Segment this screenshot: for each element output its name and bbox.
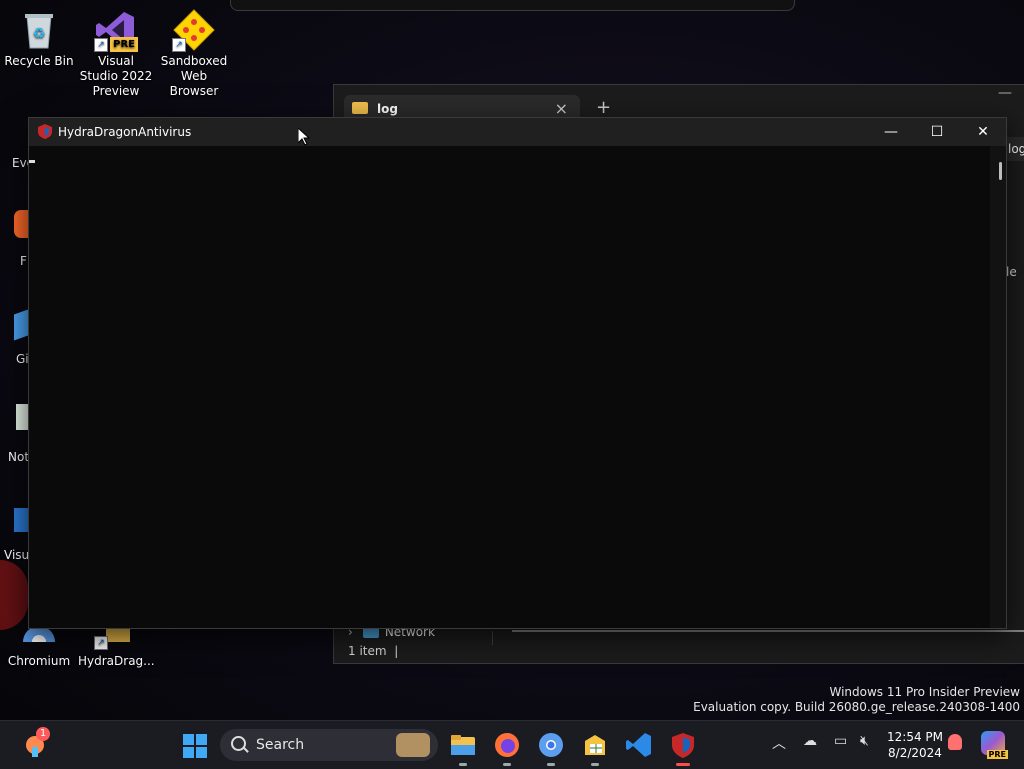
maximize-button[interactable]: ☐ [914,118,960,146]
taskbar-search-box[interactable]: Search [220,729,438,761]
explorer-tab-label: log [377,102,398,116]
shortcut-arrow-icon: ↗ [94,38,108,52]
notification-bell-icon[interactable] [948,734,962,750]
shield-icon [38,124,52,139]
taskbar-file-explorer[interactable] [449,731,477,766]
hydradragon-app-window[interactable]: HydraDragonAntivirus — ☐ ✕ [28,117,1007,629]
chromium-icon [539,733,563,757]
partial-icon-label: Not [8,450,30,464]
desktop-icon-label: Sandboxed Web Browser [160,54,228,98]
taskbar-hydradragon[interactable] [669,731,697,766]
desktop-icon-label: Visual Studio 2022 Preview [79,54,153,98]
recycle-bin-icon: ♻ [17,8,61,52]
clock-time: 12:54 PM [887,730,943,744]
shortcut-arrow-icon: ↗ [172,38,186,52]
vertical-scrollbar-thumb[interactable] [999,162,1002,180]
svg-text:♻: ♻ [33,26,46,42]
running-indicator [676,763,690,766]
pre-badge: PRE [110,37,138,52]
taskbar-vscode[interactable] [625,731,653,759]
shield-icon [672,733,694,758]
vscode-partial-icon [14,508,28,532]
running-indicator [459,763,467,766]
vertical-scrollbar-track[interactable] [990,146,1006,628]
explorer-column-fragment: le [1006,265,1017,279]
visual-studio-icon: PRE ↗ [94,8,138,52]
status-text: 1 item [348,644,387,658]
volume-muted-icon[interactable]: 🔇︎ [860,733,869,749]
firefox-icon [495,733,519,757]
desktop-icon-recycle-bin[interactable]: ♻ Recycle Bin [1,2,77,69]
desktop-icon-label: Recycle Bin [4,54,74,68]
widget-badge: 1 [36,727,50,741]
running-indicator [547,763,555,766]
copilot-pre-badge: PRE [986,750,1008,759]
taskbar-spreadsheet-app[interactable] [581,731,609,766]
partial-icon-label: Visu [4,548,30,562]
running-indicator [503,763,511,766]
clock-date: 8/2/2024 [888,746,942,760]
close-button[interactable]: ✕ [960,118,1006,146]
sandbox-browser-icon: ↗ [172,8,216,52]
notepad-partial-icon [16,404,28,430]
minimize-button[interactable]: — [868,118,914,146]
spreadsheet-icon [585,735,605,755]
horizontal-scrollbar[interactable] [512,630,1024,632]
desktop-icon-label: Chromium [7,654,71,668]
firefox-partial-icon [14,210,28,238]
git-partial-icon [14,309,28,341]
start-button[interactable] [183,734,207,758]
show-hidden-icons-chevron-up-icon[interactable]: ︿ [772,733,786,753]
desktop-icon-label: HydraDrag... [78,654,155,668]
search-label: Search [256,737,305,753]
taskbar-firefox[interactable] [493,731,521,766]
search-icon [231,736,246,751]
desktop-icon-sandboxed-browser[interactable]: ↗ Sandboxed Web Browser [156,2,232,99]
close-tab-icon[interactable]: × [555,99,568,118]
watermark: Windows 11 Pro Insider Preview Evaluatio… [693,685,1020,715]
explorer-minimize-button[interactable]: — [998,85,1012,101]
taskbar: 1 Search ︿ ☁ ▭ 🔇︎ 12:54 PM 8/2/2024 PRE [0,720,1024,769]
folder-icon [451,735,475,755]
content-marker [29,160,35,163]
shortcut-arrow-icon: ↗ [94,636,108,650]
explorer-breadcrumb[interactable]: log [1004,137,1024,161]
running-indicator [591,763,599,766]
clock[interactable]: 12:54 PM 8/2/2024 [887,729,943,761]
onedrive-icon[interactable]: ☁ [803,733,817,749]
widgets-button[interactable]: 1 [22,727,50,759]
title-bar[interactable]: HydraDragonAntivirus — ☐ ✕ [29,118,1006,146]
app-content-area[interactable] [29,146,1006,628]
partial-icon-label: F [20,254,27,268]
watermark-line-2: Evaluation copy. Build 26080.ge_release.… [693,700,1020,714]
watermark-line-1: Windows 11 Pro Insider Preview [829,685,1020,699]
copilot-icon[interactable]: PRE [981,731,1008,759]
pane-divider[interactable] [492,631,493,645]
partial-icon-label: Gi [16,352,29,366]
desktop-icon-visual-studio[interactable]: PRE ↗ Visual Studio 2022 Preview [78,2,154,99]
vscode-icon [626,733,651,757]
folder-icon [352,102,368,114]
taskbar-chromium[interactable] [537,731,565,766]
top-ghost-window-edge [230,0,795,11]
network-icon[interactable]: ▭ [834,733,847,749]
new-tab-button[interactable]: + [596,97,611,118]
window-title: HydraDragonAntivirus [58,125,192,139]
status-bar-count: 1 item | [348,644,399,658]
mouse-cursor-icon [298,128,310,146]
search-highlight-icon [396,733,430,757]
